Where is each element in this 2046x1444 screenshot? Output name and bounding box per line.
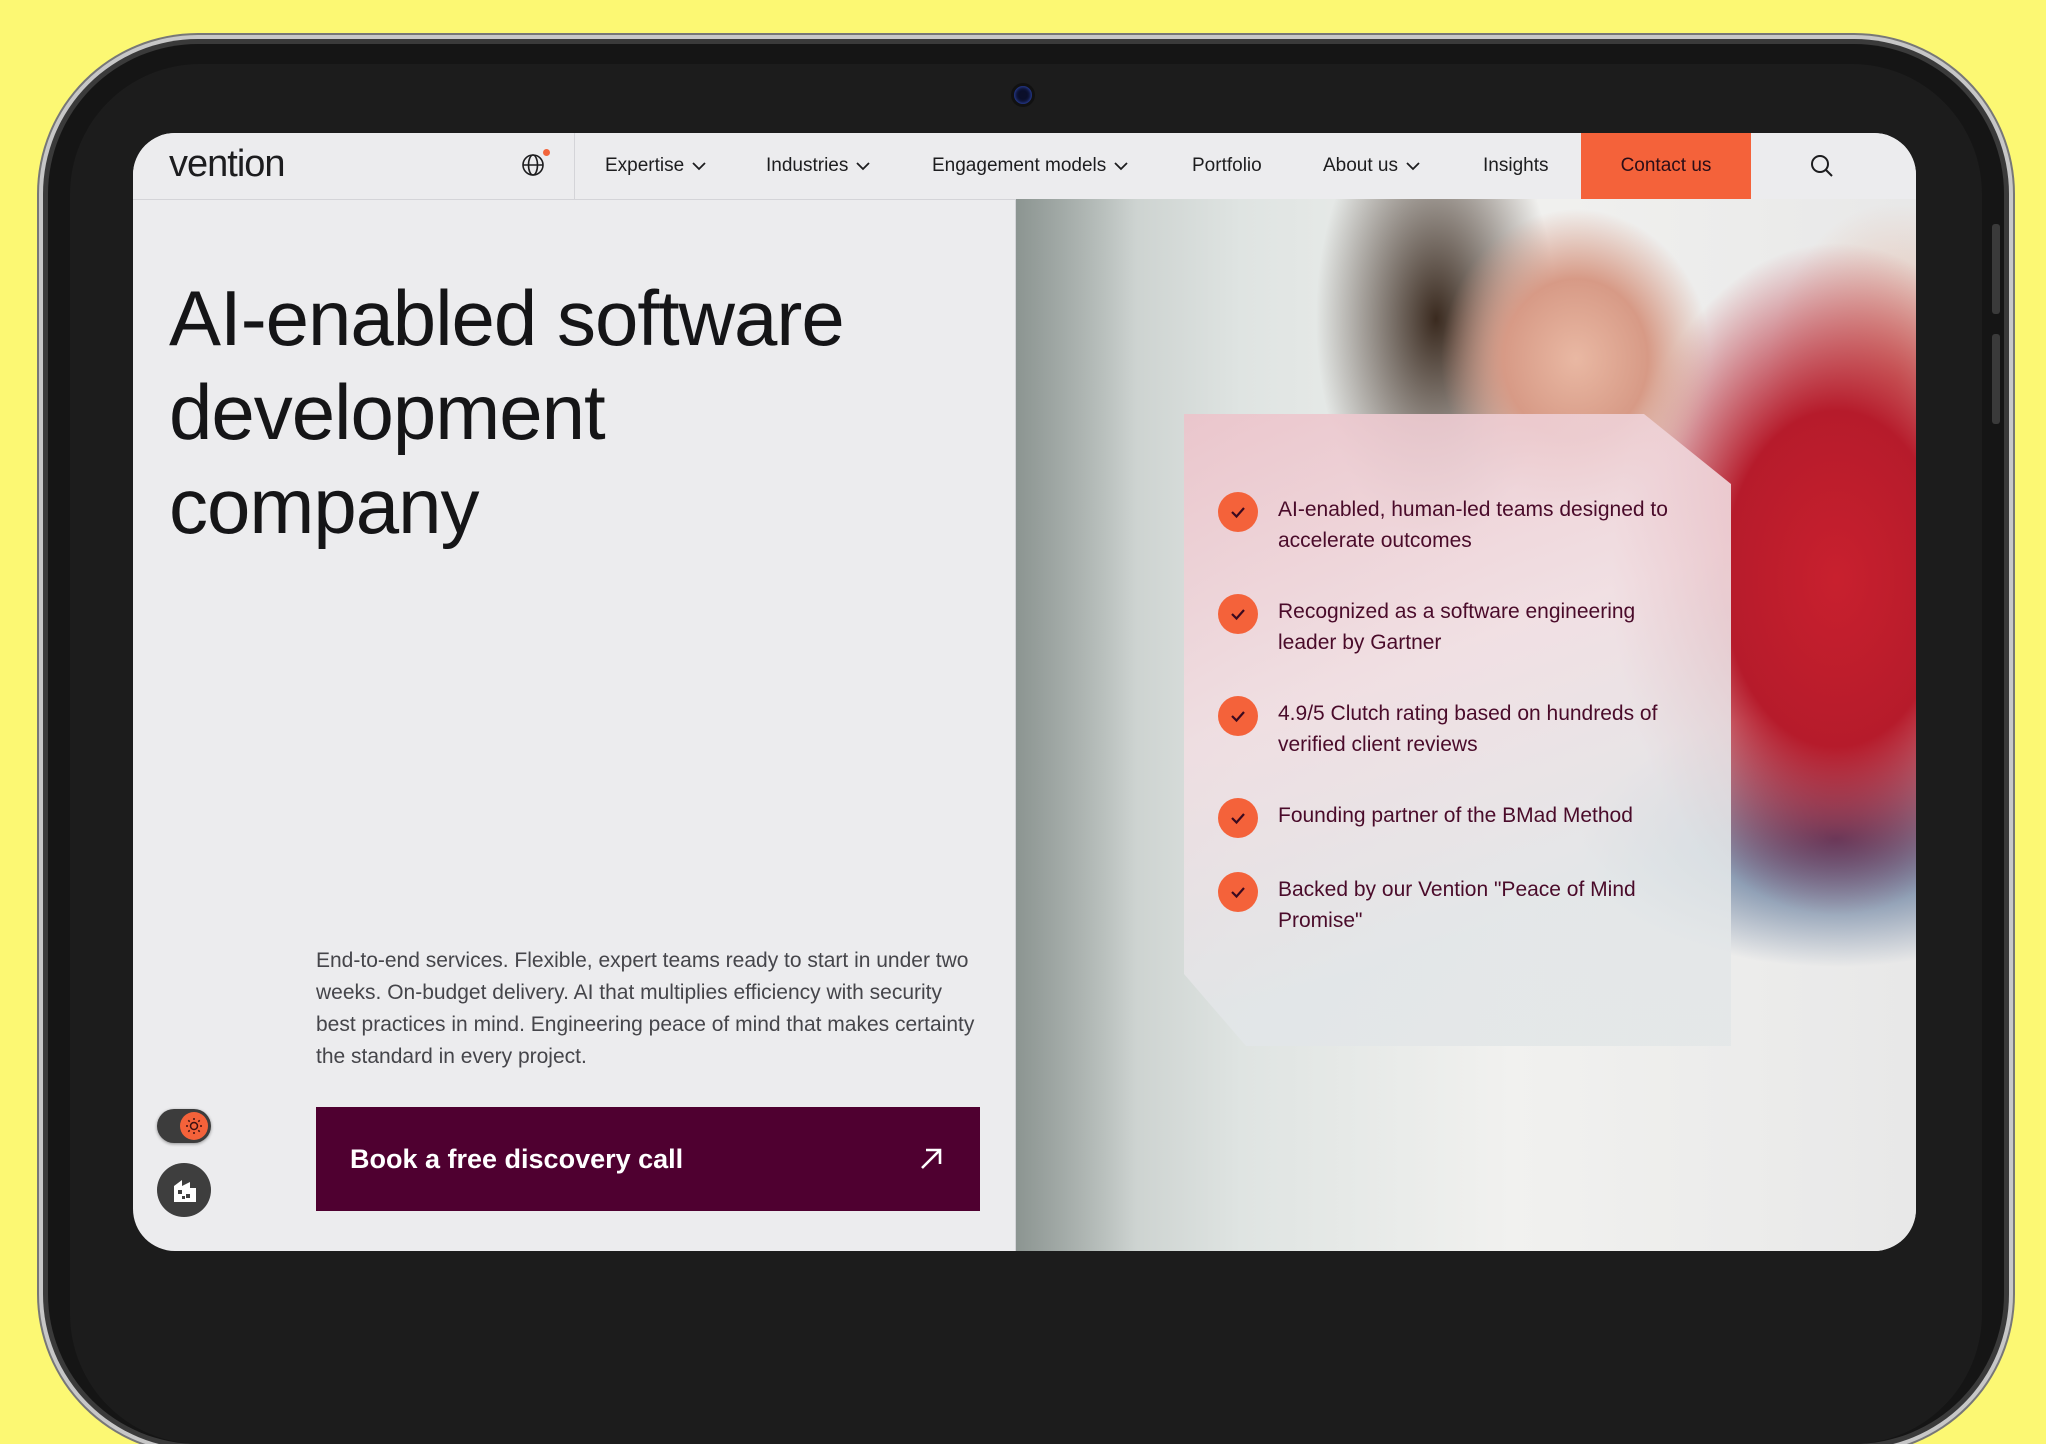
hero-title-line: development xyxy=(169,368,606,456)
nav-expertise[interactable]: Expertise xyxy=(605,155,706,177)
highlight-text: Backed by our Vention "Peace of Mind Pro… xyxy=(1278,878,1636,932)
check-icon xyxy=(1218,872,1258,912)
accessibility-button[interactable] xyxy=(157,1163,211,1217)
photo-shade xyxy=(1016,199,1136,1251)
nav-label: Portfolio xyxy=(1192,155,1262,176)
accessibility-icon xyxy=(174,1180,196,1202)
nav-industries[interactable]: Industries xyxy=(766,155,871,177)
highlight-item: AI-enabled, human-led teams designed to … xyxy=(1218,492,1698,556)
highlight-item: 4.9/5 Clutch rating based on hundreds of… xyxy=(1218,696,1698,760)
check-icon xyxy=(1218,798,1258,838)
search-icon[interactable] xyxy=(1809,153,1835,179)
hero-title-line: AI-enabled software xyxy=(169,274,845,362)
top-navigation: vention Expertise Industries Engagement … xyxy=(133,133,1916,200)
check-icon xyxy=(1218,492,1258,532)
check-icon xyxy=(1218,696,1258,736)
nav-insights[interactable]: Insights xyxy=(1483,155,1548,177)
highlight-item: Recognized as a software engineering lea… xyxy=(1218,594,1698,658)
chevron-down-icon xyxy=(856,162,871,171)
hero-photo: AI-enabled, human-led teams designed to … xyxy=(1015,199,1916,1251)
chevron-down-icon xyxy=(692,162,706,171)
front-camera xyxy=(1014,86,1032,104)
nav-divider xyxy=(574,133,575,199)
theme-toggle[interactable] xyxy=(157,1109,211,1143)
highlight-item: Backed by our Vention "Peace of Mind Pro… xyxy=(1218,872,1698,936)
hero-lead-text: End-to-end services. Flexible, expert te… xyxy=(316,949,975,1068)
hero-title-line: company xyxy=(169,462,480,550)
vention-logo[interactable]: vention xyxy=(169,143,286,186)
nav-label: About us xyxy=(1323,155,1398,176)
book-discovery-call-button[interactable]: Book a free discovery call xyxy=(316,1107,980,1211)
browser-screen: vention Expertise Industries Engagement … xyxy=(133,133,1916,1251)
highlight-item: Founding partner of the BMad Method xyxy=(1218,798,1698,838)
check-icon xyxy=(1218,594,1258,634)
highlights-card: AI-enabled, human-led teams designed to … xyxy=(1184,414,1731,1046)
highlight-text: AI-enabled, human-led teams designed to … xyxy=(1278,498,1668,552)
highlight-text: 4.9/5 Clutch rating based on hundreds of… xyxy=(1278,702,1658,756)
chevron-down-icon xyxy=(1114,162,1128,171)
nav-label: Expertise xyxy=(605,155,685,176)
nav-engagement-models[interactable]: Engagement models xyxy=(932,155,1128,177)
volume-up-button xyxy=(1992,224,2000,314)
nav-about-us[interactable]: About us xyxy=(1323,155,1420,177)
chevron-down-icon xyxy=(1406,162,1420,171)
nav-portfolio[interactable]: Portfolio xyxy=(1192,155,1262,177)
nav-label: Engagement models xyxy=(932,155,1107,176)
notification-dot xyxy=(543,149,550,156)
sun-icon xyxy=(180,1112,208,1140)
highlight-text: Recognized as a software engineering lea… xyxy=(1278,600,1636,654)
highlight-text: Founding partner of the BMad Method xyxy=(1278,804,1633,827)
contact-us-button[interactable]: Contact us xyxy=(1581,133,1751,199)
volume-down-button xyxy=(1992,334,2000,424)
arrow-up-right-icon xyxy=(921,1148,942,1169)
cta-label: Book a free discovery call xyxy=(350,1143,684,1174)
nav-label: Insights xyxy=(1483,155,1549,176)
globe-icon[interactable] xyxy=(521,153,545,177)
hero-title: AI-enabled software development company xyxy=(169,271,949,553)
nav-label: Industries xyxy=(766,155,849,176)
